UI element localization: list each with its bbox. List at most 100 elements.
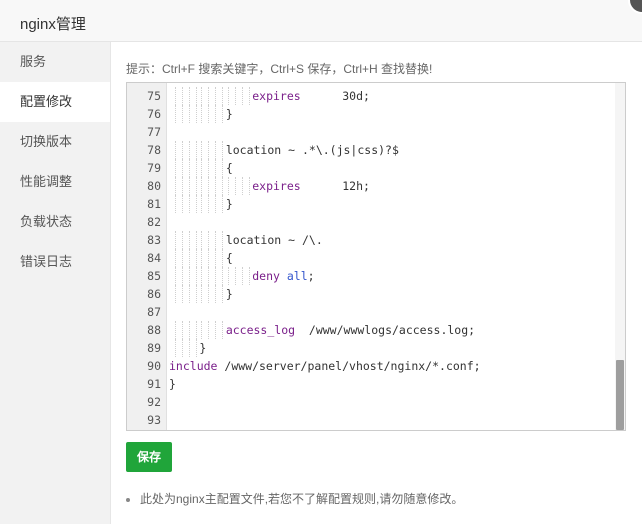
indent-guide [175,285,176,303]
line-number: 80 [147,179,161,193]
scroll-thumb[interactable] [616,360,624,430]
line-code: } [169,377,176,391]
line-code: } [225,197,233,211]
indent-guide [189,195,190,213]
indent-guide [222,141,224,159]
indent-guide [189,231,190,249]
indent-guide [201,267,203,285]
config-note: 此处为nginx主配置文件,若您不了解配置规则,请勿随意修改。 [126,490,463,507]
dialog-titlebar: nginx管理 [0,0,642,42]
dialog-title: nginx管理 [20,16,86,33]
indent-guide [222,195,224,213]
bullet-icon [126,497,130,502]
code-editor[interactable]: 75 expires 30d; 76} 77 78 location ~ .*\.(js|… [126,82,626,431]
indent-guide [234,177,236,195]
indent-guide [215,159,217,177]
indent-guide [241,267,243,285]
indent-guide [201,159,203,177]
indent-guide [196,159,197,177]
indent-guide [248,87,250,105]
indent-guide [208,195,210,213]
indent-guide [201,285,203,303]
indent-guide [215,177,217,195]
indent-guide [215,87,217,105]
save-button[interactable]: 保存 [126,442,172,472]
indent-guide [215,141,217,159]
line-number: 82 [147,215,161,229]
indent-guide [241,177,243,195]
indent-guide [215,321,217,339]
indent-guide [208,141,210,159]
indent-guide [175,195,176,213]
indent-guide [248,267,250,285]
indent-guide [215,105,217,123]
indent-guide [175,249,176,267]
indent-guide [227,87,229,105]
line-number: 92 [147,395,161,409]
indent-guide [182,267,183,285]
indent-guide [182,321,183,339]
indent-guide [189,285,190,303]
sidebar-item-version[interactable]: 切换版本 [0,122,110,162]
line-number: 75 [147,89,161,103]
indent-guide [201,87,203,105]
indent-guide [234,267,236,285]
line-number: 85 [147,269,161,283]
code-line: 84 { [127,249,625,267]
line-number: 91 [147,377,161,391]
code-line: 85 deny all; [127,267,625,285]
indent-guide [215,249,217,267]
indent-guide [182,195,183,213]
indent-guide [222,267,224,285]
code-line: 75 expires 30d; [127,87,625,105]
indent-guide [175,267,176,285]
line-number: 77 [147,125,161,139]
indent-guide [175,159,176,177]
indent-guide [222,231,224,249]
indent-guide [196,105,197,123]
code-line: 80 expires 12h; [127,177,625,195]
code-line: 77 [127,123,625,141]
indent-guide [196,339,197,357]
indent-guide [208,321,210,339]
indent-guide [222,105,224,123]
indent-guide [222,249,224,267]
indent-guide [189,339,190,357]
line-number: 90 [147,359,161,373]
sidebar-item-error-log[interactable]: 错误日志 [0,242,110,282]
code-line: 83 location ~ /\. [127,231,625,249]
indent-guide [215,195,217,213]
indent-guide [175,105,176,123]
indent-guide [201,249,203,267]
line-number: 81 [147,197,161,211]
code-line: 79 { [127,159,625,177]
indent-guide [222,159,224,177]
sidebar-item-service[interactable]: 服务 [0,42,110,82]
indent-guide [196,195,197,213]
editor-scrollbar[interactable] [615,83,625,430]
line-number: 88 [147,323,161,337]
indent-guide [215,285,217,303]
indent-guide [208,267,210,285]
indent-guide [222,177,224,195]
indent-guide [196,321,197,339]
indent-guide [182,231,183,249]
indent-guide [241,87,243,105]
indent-guide [189,267,190,285]
indent-guide [201,105,203,123]
sidebar-item-config[interactable]: 配置修改 [0,82,110,122]
line-code: } [225,107,233,121]
sidebar-item-load-status[interactable]: 负载状态 [0,202,110,242]
indent-guide [182,177,183,195]
code-line: 81} [127,195,625,213]
code-line: 89} [127,339,625,357]
indent-guide [208,105,210,123]
line-number: 78 [147,143,161,157]
indent-guide [189,141,190,159]
line-number: 79 [147,161,161,175]
sidebar-item-performance[interactable]: 性能调整 [0,162,110,202]
code-line: 78 location ~ .*\.(js|css)?$ [127,141,625,159]
line-number: 86 [147,287,161,301]
indent-guide [182,285,183,303]
indent-guide [222,321,224,339]
